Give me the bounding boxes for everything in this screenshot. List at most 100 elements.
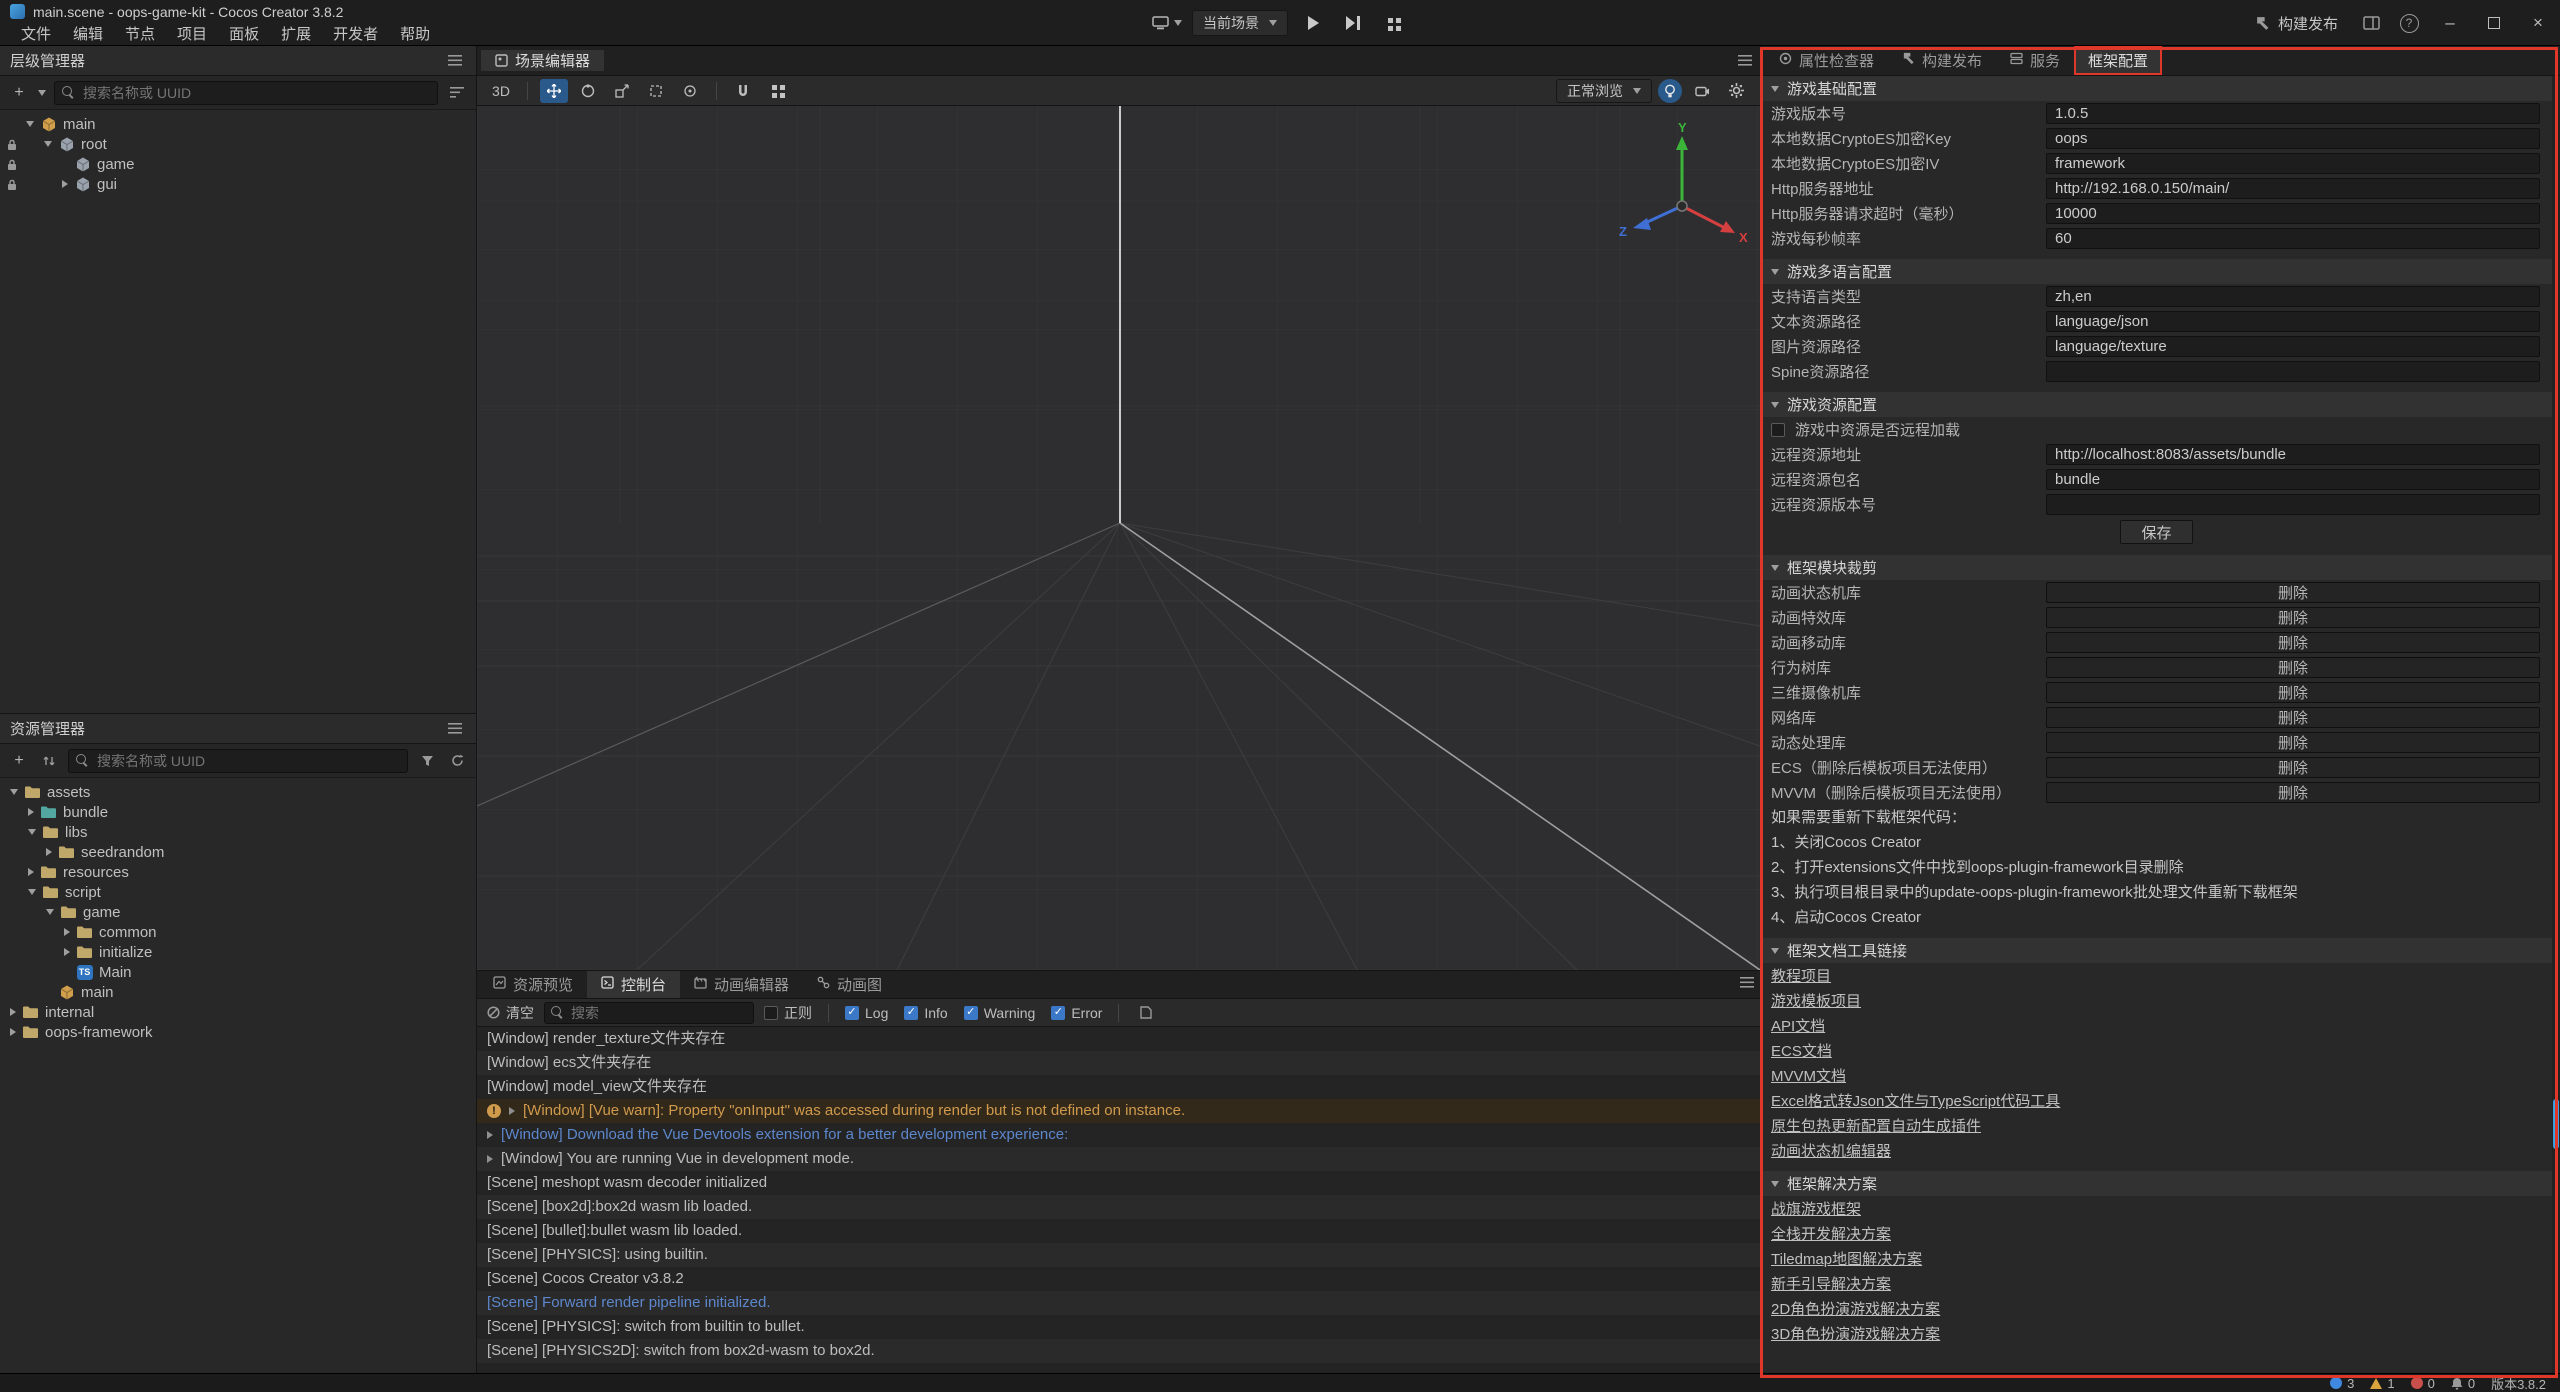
scrollbar-thumb[interactable] — [2553, 1099, 2559, 1149]
warning-count[interactable]: 1 — [2370, 1376, 2394, 1391]
module-delete-button[interactable]: 删除 — [2046, 682, 2540, 703]
doc-link[interactable]: 教程项目 — [1771, 965, 1831, 986]
assets-menu-button[interactable] — [444, 718, 466, 740]
log-expand-arrow[interactable] — [487, 1131, 493, 1139]
module-delete-button[interactable]: 删除 — [2046, 657, 2540, 678]
chevron-right-icon[interactable] — [28, 808, 34, 816]
preview-platform-button[interactable] — [1152, 10, 1182, 36]
menu-item[interactable]: 项目 — [166, 23, 218, 46]
error-count[interactable]: 0 — [2411, 1376, 2435, 1391]
doc-link[interactable]: 全栈开发解决方案 — [1771, 1223, 1891, 1244]
module-delete-button[interactable]: 删除 — [2046, 582, 2540, 603]
module-delete-button[interactable]: 删除 — [2046, 782, 2540, 803]
lock-icon[interactable] — [7, 178, 17, 195]
scene-settings-button[interactable] — [1722, 79, 1750, 103]
asset-node[interactable]: assets — [0, 782, 476, 802]
doc-link[interactable]: Excel格式转Json文件与TypeScript代码工具 — [1771, 1090, 2060, 1111]
module-delete-button[interactable]: 删除 — [2046, 632, 2540, 653]
field-input[interactable] — [2046, 361, 2540, 382]
scene-viewport[interactable]: Y X Z — [477, 106, 1760, 970]
tab-console-0[interactable]: 资源预览 — [479, 971, 587, 998]
menu-item[interactable]: 面板 — [218, 23, 270, 46]
asset-node[interactable]: bundle — [0, 802, 476, 822]
doc-link[interactable]: 新手引导解决方案 — [1771, 1273, 1891, 1294]
play-button[interactable] — [1298, 10, 1328, 36]
snap-toggle-button[interactable] — [729, 79, 757, 103]
chevron-down-icon[interactable] — [28, 829, 36, 835]
field-input[interactable] — [2046, 336, 2540, 357]
chevron-right-icon[interactable] — [10, 1028, 16, 1036]
field-input[interactable] — [2046, 444, 2540, 465]
field-input[interactable] — [2046, 203, 2540, 224]
view-mode-select[interactable]: 正常浏览 — [1556, 79, 1652, 103]
save-button[interactable]: 保存 — [2120, 520, 2192, 544]
mode-3d-button[interactable]: 3D — [487, 79, 515, 103]
menu-item[interactable]: 编辑 — [62, 23, 114, 46]
tab-console-2[interactable]: 动画编辑器 — [680, 971, 803, 998]
console-clear-button[interactable]: 清空 — [487, 1003, 534, 1023]
section-header[interactable]: 框架解决方案 — [1761, 1171, 2552, 1196]
tab-inspector-build[interactable]: 构建发布 — [1888, 46, 1996, 75]
doc-link[interactable]: ECS文档 — [1771, 1040, 1832, 1061]
console-filter-log[interactable]: ✓Log — [845, 1005, 888, 1021]
log-expand-arrow[interactable] — [487, 1155, 493, 1163]
field-input[interactable] — [2046, 103, 2540, 124]
lock-icon[interactable] — [7, 158, 17, 175]
layout-button[interactable] — [1378, 10, 1408, 36]
chevron-down-icon[interactable] — [38, 90, 46, 96]
hierarchy-menu-button[interactable] — [444, 50, 466, 72]
chevron-right-icon[interactable] — [10, 1008, 16, 1016]
message-count[interactable]: 3 — [2330, 1376, 2354, 1391]
assets-refresh-button[interactable] — [446, 750, 468, 772]
assets-create-button[interactable]: + — [8, 750, 30, 772]
scene-panel-menu-button[interactable] — [1734, 50, 1756, 72]
doc-link[interactable]: 游戏模板项目 — [1771, 990, 1861, 1011]
tab-framework-config[interactable]: 框架配置 — [2074, 46, 2162, 75]
asset-node[interactable]: internal — [0, 1002, 476, 1022]
module-delete-button[interactable]: 删除 — [2046, 732, 2540, 753]
move-tool-button[interactable] — [540, 79, 568, 103]
doc-link[interactable]: MVVM文档 — [1771, 1065, 1846, 1086]
section-header[interactable]: 游戏基础配置 — [1761, 76, 2552, 101]
lighting-toggle-button[interactable] — [1658, 79, 1682, 103]
field-input[interactable] — [2046, 228, 2540, 249]
asset-node[interactable]: game — [0, 902, 476, 922]
hierarchy-node[interactable]: root — [0, 134, 476, 154]
chevron-right-icon[interactable] — [62, 180, 68, 188]
menu-item[interactable]: 扩展 — [270, 23, 322, 46]
minimize-button[interactable]: – — [2428, 0, 2472, 46]
inspector-scrollbar[interactable] — [2552, 76, 2560, 1373]
hierarchy-node[interactable]: gui — [0, 174, 476, 194]
section-header[interactable]: 框架模块裁剪 — [1761, 555, 2552, 580]
assets-search-input[interactable] — [68, 749, 408, 773]
menu-item[interactable]: 开发者 — [322, 23, 389, 46]
gizmo-pivot-button[interactable] — [676, 79, 704, 103]
field-input[interactable] — [2046, 494, 2540, 515]
tab-scene-editor[interactable]: 场景编辑器 — [481, 50, 604, 71]
chevron-down-icon[interactable] — [26, 121, 34, 127]
chevron-right-icon[interactable] — [64, 948, 70, 956]
chevron-right-icon[interactable] — [28, 868, 34, 876]
close-button[interactable]: × — [2516, 0, 2560, 46]
notification-count[interactable]: 0 — [2451, 1376, 2475, 1391]
tab-console-active[interactable]: 控制台 — [587, 971, 680, 998]
step-button[interactable] — [1338, 10, 1368, 36]
asset-node[interactable]: resources — [0, 862, 476, 882]
grid-toggle-button[interactable] — [763, 79, 791, 103]
log-expand-arrow[interactable] — [509, 1107, 515, 1115]
panel-layout-button[interactable] — [2352, 0, 2390, 46]
build-publish-button[interactable]: 构建发布 — [2241, 0, 2352, 46]
hierarchy-create-button[interactable]: + — [8, 82, 30, 104]
tab-console-3[interactable]: 动画图 — [803, 971, 896, 998]
asset-node[interactable]: initialize — [0, 942, 476, 962]
chevron-down-icon[interactable] — [10, 789, 18, 795]
menu-item[interactable]: 帮助 — [389, 23, 441, 46]
console-export-button[interactable] — [1135, 1002, 1157, 1024]
field-input[interactable] — [2046, 286, 2540, 307]
doc-link[interactable]: API文档 — [1771, 1015, 1825, 1036]
field-input[interactable] — [2046, 178, 2540, 199]
asset-node[interactable]: seedrandom — [0, 842, 476, 862]
console-filter-info[interactable]: ✓Info — [904, 1005, 947, 1021]
chevron-down-icon[interactable] — [28, 889, 36, 895]
doc-link[interactable]: 动画状态机编辑器 — [1771, 1140, 1891, 1161]
